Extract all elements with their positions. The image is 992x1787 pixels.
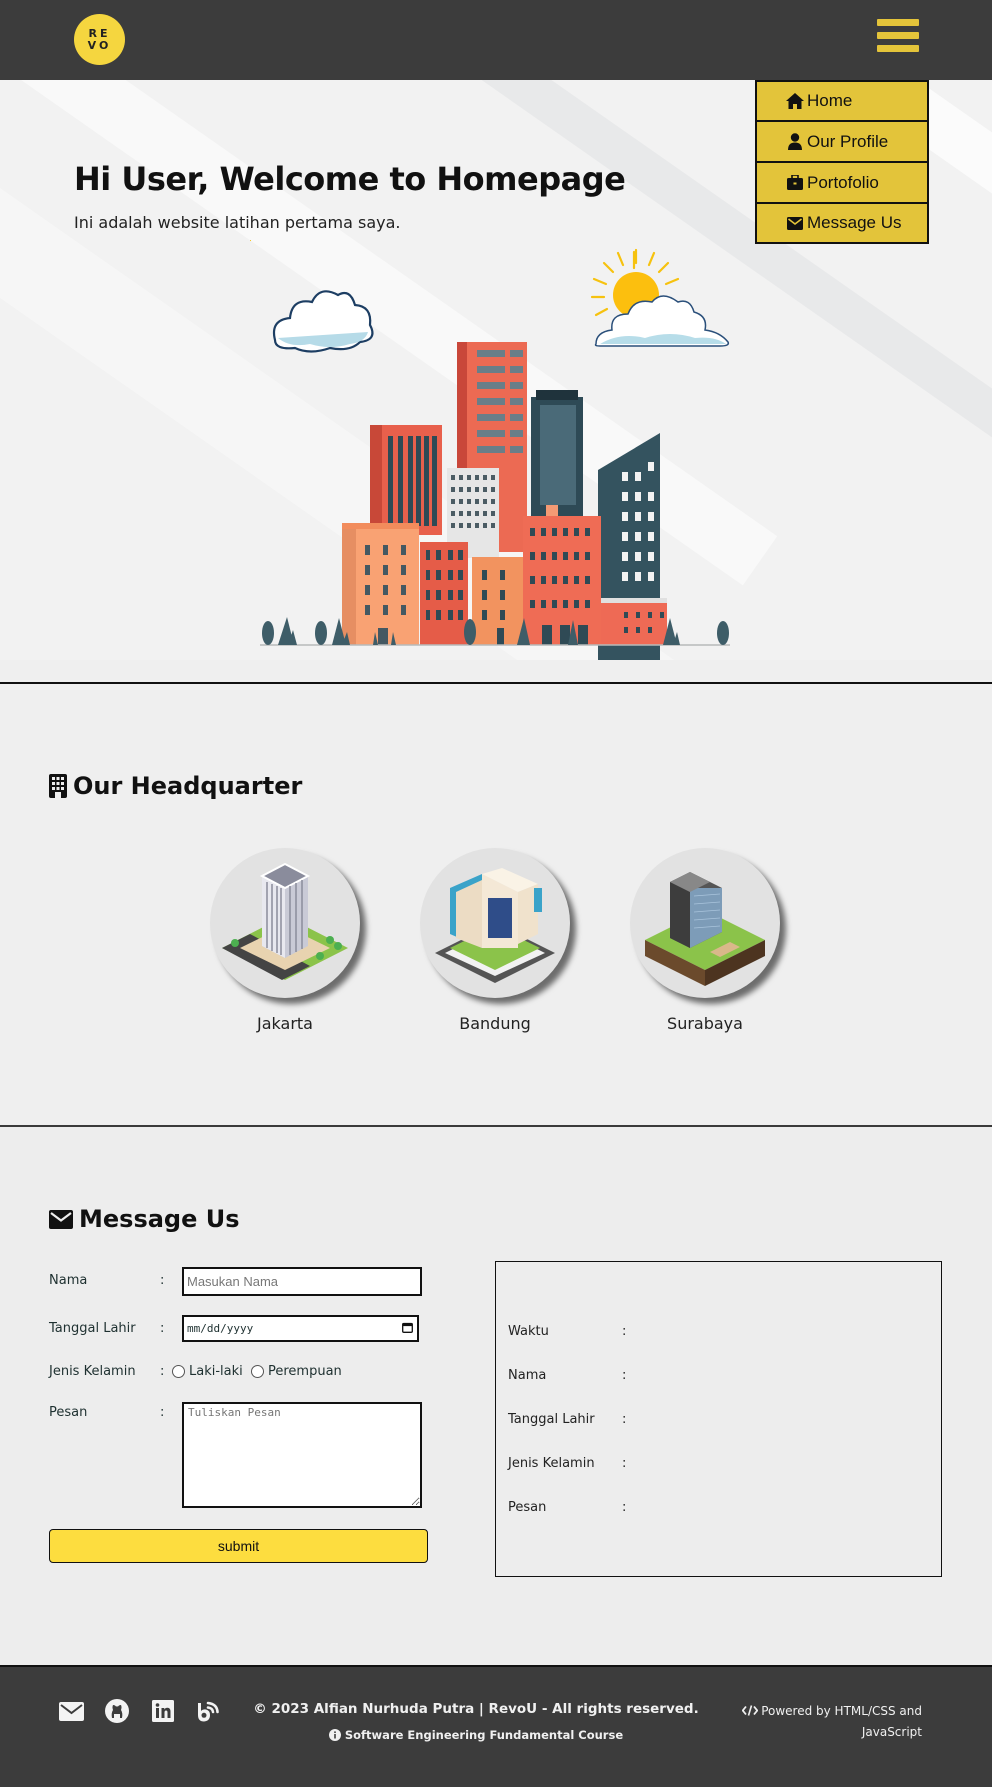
result-row-pesan: Pesan: — [508, 1500, 627, 1515]
menu-item-message-us[interactable]: Message Us — [755, 203, 929, 244]
submit-button[interactable]: submit — [49, 1529, 428, 1563]
revou-logo[interactable]: RE VO — [74, 14, 125, 65]
city-illustration — [250, 240, 730, 660]
hq-card-jakarta[interactable]: Jakarta — [210, 848, 420, 1033]
menu-item-portofolio[interactable]: Portofolio — [755, 162, 929, 203]
hq-card-surabaya[interactable]: Surabaya — [630, 848, 840, 1033]
hamburger-bar — [877, 19, 919, 26]
calendar-icon[interactable] — [402, 1322, 413, 1336]
hq-city-label: Surabaya — [667, 1014, 743, 1033]
building-icon — [49, 774, 67, 798]
blogger-icon — [196, 1699, 222, 1727]
tanggal-lahir-date-input[interactable]: mm/dd/yyyy — [182, 1315, 419, 1342]
result-row-nama: Nama: — [508, 1368, 627, 1383]
envelope-icon — [49, 1209, 73, 1229]
message-us-section: Message Us Nama : Tanggal Lahir : mm/dd/… — [0, 1125, 992, 1665]
headquarter-section: Our Headquarter Jakarta Bandung Surabaya — [0, 684, 992, 1125]
linkedin-link[interactable] — [151, 1700, 175, 1726]
github-link[interactable] — [105, 1699, 129, 1727]
cloud-icon — [272, 290, 374, 353]
hq-city-label: Jakarta — [257, 1014, 313, 1033]
nama-input[interactable] — [182, 1267, 422, 1296]
nav-dropdown-menu: Home Our Profile Portofolio Message Us — [755, 80, 929, 244]
menu-item-our-profile[interactable]: Our Profile — [755, 121, 929, 162]
headquarter-title: Our Headquarter — [49, 772, 302, 800]
hq-card-bandung[interactable]: Bandung — [420, 848, 630, 1033]
menu-item-home[interactable]: Home — [755, 80, 929, 121]
github-icon — [105, 1699, 129, 1727]
user-icon — [786, 133, 804, 151]
envelope-icon — [58, 1701, 84, 1725]
powered-by-text: Powered by HTML/CSS and JavaScript — [722, 1701, 922, 1742]
radio-perempuan[interactable]: Perempuan — [251, 1364, 342, 1379]
briefcase-icon — [786, 174, 804, 192]
hamburger-bar — [877, 45, 919, 52]
hero-title: Hi User, Welcome to Homepage — [74, 160, 626, 198]
email-link[interactable] — [58, 1701, 84, 1725]
radio-laki-laki[interactable]: Laki-laki — [172, 1364, 243, 1379]
info-icon — [328, 1729, 341, 1741]
hq-city-label: Bandung — [459, 1014, 531, 1033]
bandung-building-image — [420, 848, 570, 998]
code-icon — [741, 1702, 759, 1722]
envelope-icon — [786, 214, 804, 232]
linkedin-icon — [152, 1700, 174, 1726]
home-icon — [786, 92, 804, 110]
surabaya-building-image — [630, 848, 780, 998]
footer: © 2023 Alfian Nurhuda Putra | RevoU - Al… — [0, 1665, 992, 1787]
hamburger-menu-button[interactable] — [877, 19, 919, 57]
result-row-jenis-kelamin: Jenis Kelamin: — [508, 1456, 627, 1471]
result-row-waktu: Waktu: — [508, 1324, 627, 1339]
course-text: Software Engineering Fundamental Course — [236, 1728, 716, 1742]
result-row-tanggal-lahir: Tanggal Lahir: — [508, 1412, 627, 1427]
message-us-title: Message Us — [49, 1205, 240, 1233]
blog-link[interactable] — [197, 1701, 221, 1725]
top-navbar: RE VO — [0, 0, 992, 80]
hamburger-bar — [877, 32, 919, 39]
radio-button[interactable] — [172, 1365, 185, 1378]
submission-result-box: Waktu: Nama: Tanggal Lahir: Jenis Kelami… — [495, 1261, 942, 1577]
headquarter-cards: Jakarta Bandung Surabaya — [210, 848, 840, 1033]
hero-subtitle: Ini adalah website latihan pertama saya. — [74, 213, 401, 232]
social-links — [58, 1699, 243, 1727]
copyright-text: © 2023 Alfian Nurhuda Putra | RevoU - Al… — [253, 1701, 699, 1717]
buildings — [260, 342, 730, 660]
pesan-textarea[interactable] — [182, 1402, 422, 1508]
jakarta-building-image — [210, 848, 360, 998]
radio-button[interactable] — [251, 1365, 264, 1378]
